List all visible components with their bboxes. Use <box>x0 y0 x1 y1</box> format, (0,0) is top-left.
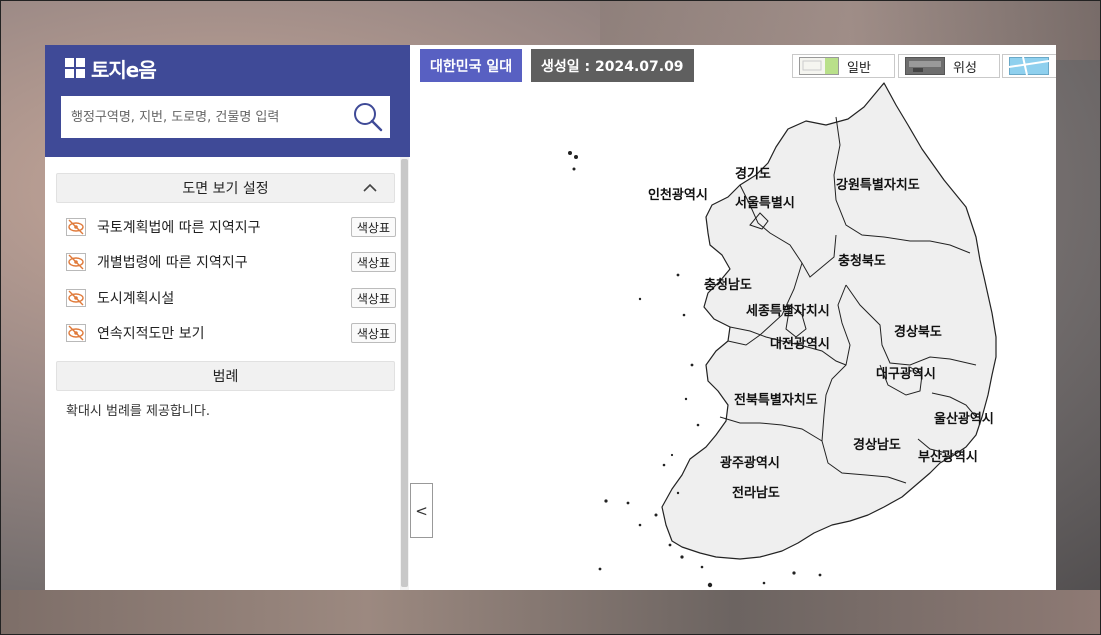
layer-item[interactable]: 도시계획시설 색상표 <box>66 286 396 310</box>
background-blur-bottom <box>0 590 1101 635</box>
layer-hidden-icon[interactable] <box>66 218 86 236</box>
region-label[interactable]: 광주광역시 <box>720 452 780 471</box>
chevron-up-icon <box>363 183 377 192</box>
search-box <box>61 96 390 138</box>
creation-date-badge: 생성일 : 2024.07.09 <box>531 49 694 82</box>
logo[interactable]: 토지e음 <box>65 55 157 82</box>
region-label[interactable]: 대구광역시 <box>876 363 936 382</box>
view-settings-title: 도면 보기 설정 <box>182 181 269 197</box>
region-label[interactable]: 울산광역시 <box>934 408 994 427</box>
layer-label: 국토계획법에 따른 지역지구 <box>97 220 261 236</box>
layer-label: 도시계획시설 <box>97 291 175 307</box>
side-panel: 토지e음 도면 보기 설정 국토계획법에 따른 지역지구 색상표 <box>45 45 410 590</box>
general-map-icon <box>799 57 839 75</box>
logo-text: 토지e음 <box>91 57 157 82</box>
layer-item[interactable]: 연속지적도만 보기 색상표 <box>66 321 396 345</box>
map-type-satellite-button[interactable]: 위성 <box>898 54 1000 78</box>
collapse-panel-button[interactable]: < <box>410 483 433 538</box>
korea-map[interactable] <box>410 45 1056 590</box>
region-label[interactable]: 강원특별자치도 <box>836 174 920 193</box>
satellite-map-icon <box>905 57 945 75</box>
region-label[interactable]: 충청북도 <box>838 250 886 269</box>
color-table-button[interactable]: 색상표 <box>350 252 396 272</box>
region-label[interactable]: 경상남도 <box>853 434 901 453</box>
map-view[interactable]: 대한민국 일대 생성일 : 2024.07.09 일반 위성 경기도 인천광역시… <box>410 45 1056 590</box>
legend-title: 범례 <box>212 369 239 385</box>
layer-hidden-icon[interactable] <box>66 324 86 342</box>
map-type-label: 일반 <box>847 60 871 76</box>
region-label[interactable]: 서울특별시 <box>735 192 795 211</box>
region-label[interactable]: 전북특별자치도 <box>734 389 818 408</box>
scrollbar-thumb[interactable] <box>401 159 408 587</box>
mainland-outline <box>661 82 997 560</box>
region-label[interactable]: 부산광역시 <box>918 446 978 465</box>
color-table-button[interactable]: 색상표 <box>350 288 396 308</box>
region-label[interactable]: 경상북도 <box>894 321 942 340</box>
region-label[interactable]: 세종특별자치시 <box>746 300 830 319</box>
panel-header: 토지e음 <box>45 45 410 157</box>
search-input[interactable] <box>61 96 351 138</box>
search-icon[interactable] <box>352 101 384 133</box>
legend-header[interactable]: 범례 <box>56 361 395 391</box>
region-label[interactable]: 인천광역시 <box>648 184 708 203</box>
region-label[interactable]: 충청남도 <box>704 274 752 293</box>
layer-hidden-icon[interactable] <box>66 253 86 271</box>
view-settings-toggle[interactable]: 도면 보기 설정 <box>56 173 395 203</box>
map-type-general-button[interactable]: 일반 <box>792 54 895 78</box>
region-label[interactable]: 대전광역시 <box>770 333 830 352</box>
panel-scrollbar[interactable] <box>400 157 409 590</box>
layer-label: 연속지적도만 보기 <box>97 326 205 342</box>
color-table-button[interactable]: 색상표 <box>350 323 396 343</box>
map-type-cadastral-button[interactable] <box>1002 54 1056 78</box>
area-badge: 대한민국 일대 <box>420 49 523 82</box>
layer-label: 개별법령에 따른 지역지구 <box>97 255 248 271</box>
cadastral-map-icon <box>1009 57 1049 75</box>
region-label[interactable]: 경기도 <box>735 163 771 182</box>
layer-item[interactable]: 개별법령에 따른 지역지구 색상표 <box>66 250 396 274</box>
legend-note: 확대시 범례를 제공합니다. <box>66 404 210 419</box>
color-table-button[interactable]: 색상표 <box>350 217 396 237</box>
map-type-label: 위성 <box>953 60 977 76</box>
layer-hidden-icon[interactable] <box>66 289 86 307</box>
layer-item[interactable]: 국토계획법에 따른 지역지구 색상표 <box>66 215 396 239</box>
logo-mark-icon <box>65 58 85 78</box>
region-label[interactable]: 전라남도 <box>732 482 780 501</box>
